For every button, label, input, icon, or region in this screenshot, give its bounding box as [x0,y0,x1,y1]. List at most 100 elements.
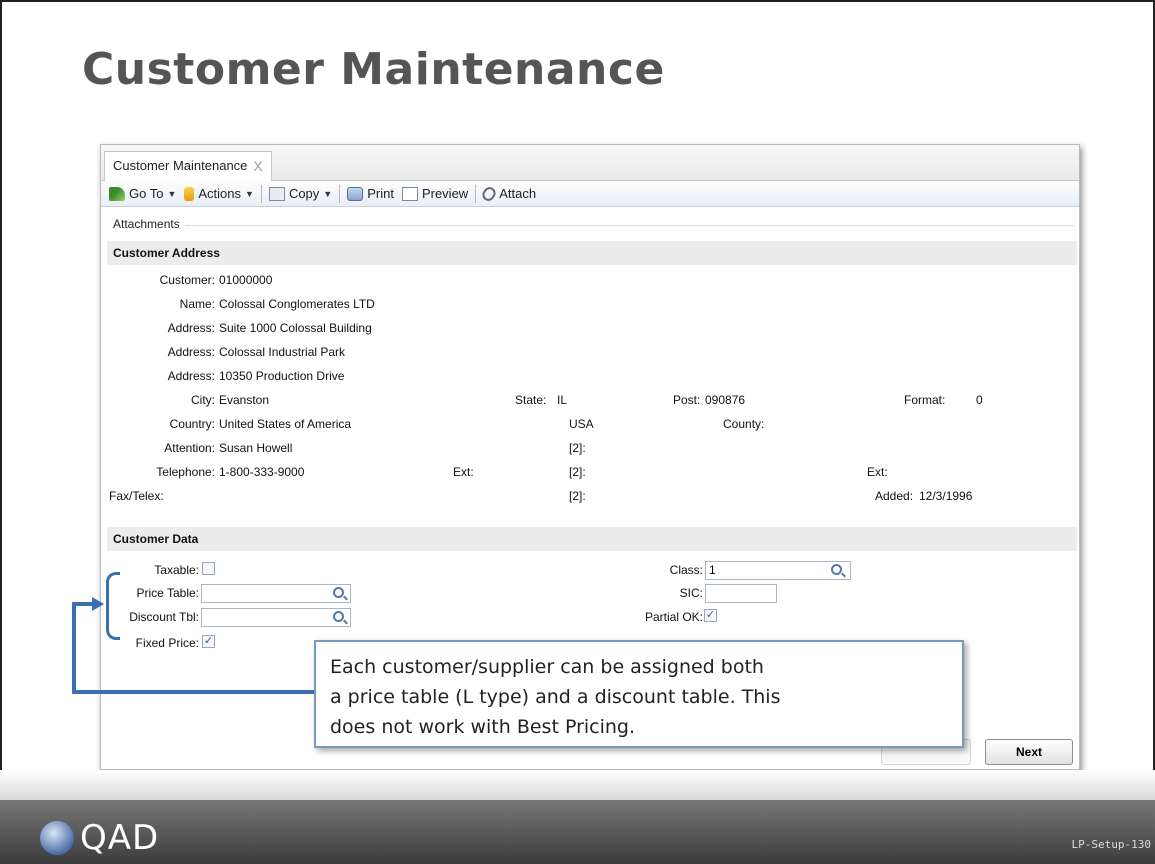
post-value: 090876 [705,393,746,407]
toolbar-divider [339,184,341,203]
tab-label: Customer Maintenance [113,158,248,173]
customer-address-header: Customer Address [107,241,1077,265]
annotation-callout: Each customer/supplier can be assigned b… [314,640,964,748]
fixed-price-label: Fixed Price: [135,636,199,650]
arrow-top [72,602,94,606]
country-value: United States of America [219,417,352,431]
country-label: Country: [169,417,215,431]
next-button[interactable]: Next [985,739,1073,765]
attachments-label[interactable]: Attachments [113,217,180,231]
toolbar: Go To ▼ Actions ▼ Copy ▼ Print Preview A… [101,181,1079,207]
tab-strip: Customer Maintenance X [101,145,1079,181]
county-label: County: [723,417,765,431]
attach-label: Attach [499,186,537,201]
actions-label: Actions [198,186,242,201]
address-line-3: 10350 Production Drive [219,369,345,383]
toolbar-divider [475,184,477,203]
goto-button[interactable]: Go To ▼ [105,183,180,205]
city-label: City: [191,393,215,407]
chevron-down-icon: ▼ [323,188,333,199]
fixed-price-checkbox[interactable]: ✓ [202,635,215,648]
preview-label: Preview [421,186,469,201]
class-input[interactable]: 1 [705,561,851,580]
goto-label: Go To [129,186,164,201]
arrow-vertical [72,602,76,694]
format-value: 0 [976,393,983,407]
ext-2-label: Ext: [867,465,888,479]
copy-button[interactable]: Copy ▼ [265,183,336,205]
fax-label: Fax/Telex: [109,489,164,503]
discount-tbl-label: Discount Tbl: [129,610,199,624]
actions-button[interactable]: Actions ▼ [180,183,258,205]
logo-text: QAD [80,818,160,858]
name-label: Name: [179,297,215,311]
customer-data-header: Customer Data [107,527,1077,551]
address-label: Address: [167,321,215,335]
attention-label: Attention: [164,441,215,455]
printer-icon [347,186,364,201]
sic-label: SIC: [679,586,703,600]
added-label: Added: [875,489,914,503]
taxable-label: Taxable: [154,563,199,577]
taxable-checkbox[interactable] [202,562,215,575]
telephone-label: Telephone: [156,465,215,479]
arrow-head-icon [92,597,104,611]
address-line-1: Suite 1000 Colossal Building [219,321,372,335]
field-bracket [106,572,120,640]
address-label: Address: [167,345,215,359]
fax-2-label: [2]: [569,489,586,503]
slide-id: LP-Setup-130 [1071,838,1151,851]
callout-line-2: a price table (L type) and a discount ta… [330,686,781,708]
attach-button[interactable]: Attach [479,183,540,205]
callout-line-3: does not work with Best Pricing. [330,716,636,738]
state-value: IL [557,393,568,407]
goto-icon [109,186,125,201]
added-value: 12/3/1996 [919,489,973,503]
country-code: USA [569,417,594,431]
price-table-input[interactable] [201,584,351,603]
search-icon[interactable] [333,587,344,598]
qad-logo: QAD [40,818,160,858]
toolbar-divider [260,184,262,203]
slide-title: Customer Maintenance [82,44,665,95]
arrow-bottom [72,690,316,694]
customer-value: 01000000 [219,273,273,287]
tab-customer-maintenance[interactable]: Customer Maintenance X [104,151,272,181]
close-icon[interactable]: X [253,158,262,175]
attention-value: Susan Howell [219,441,293,455]
address-line-2: Colossal Industrial Park [219,345,346,359]
print-button[interactable]: Print [343,183,398,205]
name-value: Colossal Conglomerates LTD [219,297,375,311]
paperclip-icon [480,184,499,203]
footer-shadow [0,770,1155,800]
search-icon[interactable] [831,564,842,575]
print-label: Print [367,186,394,201]
actions-icon [184,186,195,201]
attachments-divider [185,225,1075,226]
chevron-down-icon: ▼ [167,188,177,199]
telephone-2-label: [2]: [569,465,586,479]
qad-logo-icon [40,821,74,855]
chevron-down-icon: ▼ [245,188,254,199]
partial-ok-checkbox[interactable]: ✓ [704,609,717,622]
customer-label: Customer: [159,273,215,287]
city-value: Evanston [219,393,270,407]
price-table-label: Price Table: [136,586,199,600]
ext-label: Ext: [453,465,474,479]
discount-tbl-input[interactable] [201,608,351,627]
preview-icon [401,186,418,201]
attention-2-label: [2]: [569,441,586,455]
copy-label: Copy [288,186,320,201]
callout-line-1: Each customer/supplier can be assigned b… [330,656,764,678]
post-label: Post: [673,393,701,407]
state-label: State: [515,393,547,407]
search-icon[interactable] [333,611,344,622]
copy-icon [268,186,285,201]
class-label: Class: [669,563,703,577]
footer-band [0,800,1155,864]
address-label: Address: [167,369,215,383]
partial-ok-label: Partial OK: [644,610,703,624]
sic-input[interactable] [705,584,777,603]
preview-button[interactable]: Preview [398,183,472,205]
telephone-value: 1-800-333-9000 [219,465,305,479]
